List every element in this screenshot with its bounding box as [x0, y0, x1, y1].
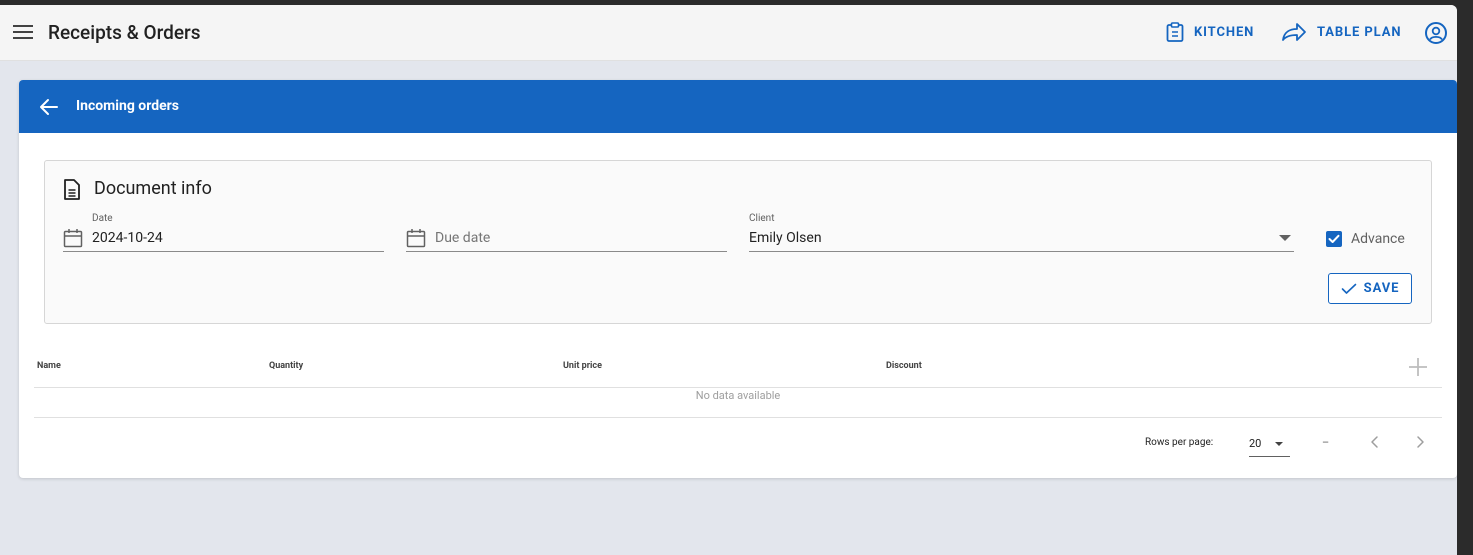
column-header-name[interactable]: Name — [37, 361, 61, 371]
client-value: Emily Olsen — [749, 230, 822, 246]
rows-per-page-select[interactable]: 20 — [1249, 432, 1290, 457]
empty-table-message: No data available — [695, 389, 781, 402]
chevron-down-icon — [1275, 442, 1283, 446]
check-icon — [1328, 234, 1340, 243]
table-plan-label: TABLE PLAN — [1317, 24, 1402, 40]
card-title: Incoming orders — [76, 98, 179, 114]
document-info-title: Document info — [94, 178, 212, 199]
table-plan-button[interactable]: TABLE PLAN — [1281, 22, 1401, 42]
advance-checkbox[interactable] — [1326, 231, 1342, 247]
clipboard-list-icon — [1166, 22, 1184, 42]
chevron-right-icon[interactable] — [1412, 434, 1428, 450]
check-icon — [1341, 283, 1356, 294]
date-label: Date — [92, 213, 113, 224]
date-value: 2024-10-24 — [92, 230, 163, 246]
kitchen-button[interactable]: KITCHEN — [1166, 22, 1254, 42]
app-window: Receipts & Orders KITCHEN TABLE PLAN Inc… — [0, 5, 1457, 555]
calendar-icon — [63, 229, 83, 248]
date-field[interactable]: Date 2024-10-24 — [63, 213, 384, 252]
save-button[interactable]: SAVE — [1328, 273, 1412, 304]
card-header: Incoming orders — [19, 80, 1457, 133]
plus-icon[interactable] — [1408, 357, 1428, 377]
due-date-placeholder: Due date — [435, 230, 491, 246]
client-select[interactable]: Client Emily Olsen — [749, 213, 1294, 252]
column-header-quantity[interactable]: Quantity — [269, 361, 303, 371]
rows-per-page-label: Rows per page: — [1145, 437, 1214, 448]
due-date-field[interactable]: Due date — [406, 213, 727, 252]
column-header-unit-price[interactable]: Unit price — [563, 361, 602, 371]
hamburger-menu-icon[interactable] — [13, 23, 33, 41]
advance-label: Advance — [1351, 231, 1405, 247]
rows-per-page-value: 20 — [1249, 437, 1262, 450]
kitchen-label: KITCHEN — [1194, 24, 1255, 40]
account-circle-icon[interactable] — [1424, 21, 1448, 45]
chevron-down-icon[interactable] — [1279, 235, 1291, 241]
app-title: Receipts & Orders — [48, 21, 201, 44]
document-info-panel: Document info Date 2024-10-24 Due date C… — [44, 160, 1432, 324]
document-icon — [64, 179, 80, 200]
arrow-left-icon[interactable] — [37, 95, 61, 119]
table-divider — [34, 417, 1442, 418]
column-header-discount[interactable]: Discount — [886, 361, 922, 371]
client-label: Client — [749, 213, 775, 224]
top-app-bar: Receipts & Orders KITCHEN TABLE PLAN — [0, 5, 1457, 61]
page-range-text: – — [1322, 436, 1330, 449]
incoming-orders-card: Incoming orders Document info Date 2024-… — [19, 80, 1457, 478]
chevron-left-icon[interactable] — [1367, 434, 1383, 450]
save-label: SAVE — [1363, 281, 1400, 296]
share-arrow-icon — [1282, 23, 1306, 41]
table-divider — [34, 387, 1442, 388]
calendar-icon — [406, 229, 426, 248]
